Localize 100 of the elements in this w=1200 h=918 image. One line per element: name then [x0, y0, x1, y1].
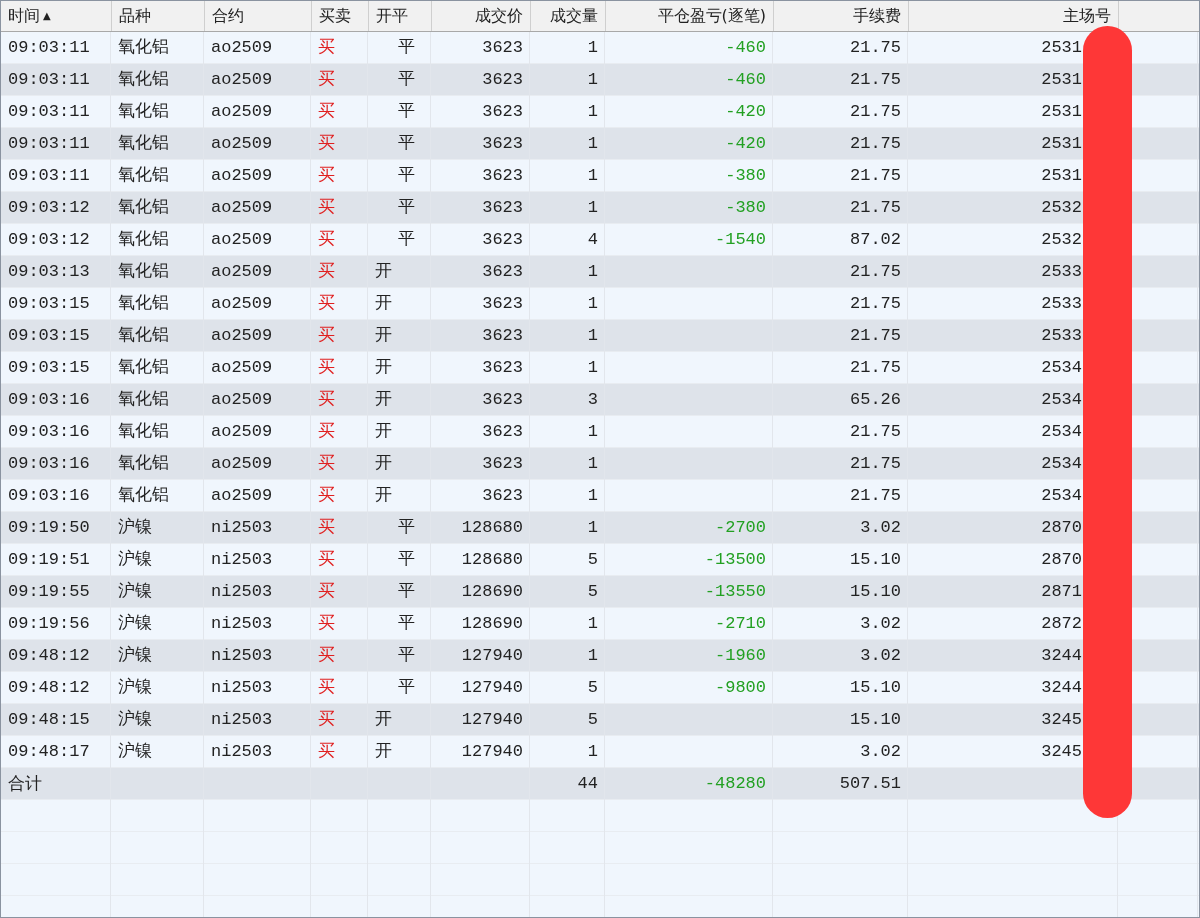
product-cell-text: 氧化铝 — [117, 261, 170, 283]
trade-number-cell-text: 2531 — [1040, 165, 1083, 187]
price-cell-text: 127940 — [460, 709, 524, 731]
fee-cell-text: 65.26 — [849, 389, 902, 411]
product-cell-text: 氧化铝 — [117, 325, 170, 347]
trade-number-cell-text: 2531 — [1040, 133, 1083, 155]
price-cell-text: 127940 — [460, 741, 524, 763]
total-label: 合计 — [7, 772, 43, 795]
offset-cell-text: 开 — [374, 389, 393, 411]
trade-number-cell-text: 2870 — [1040, 549, 1083, 571]
offset-cell-text: 开 — [374, 741, 393, 763]
product-cell-text: 沪镍 — [117, 676, 153, 699]
volume-cell-text: 1 — [586, 453, 599, 475]
side-cell-text: 买 — [317, 581, 336, 603]
trade-number-cell-text: 2870 — [1040, 517, 1083, 539]
offset-cell-text: 平 — [397, 101, 416, 123]
contract-cell-text: ni2503 — [210, 709, 274, 731]
side-cell-text: 买 — [317, 101, 336, 123]
price-cell-text: 128690 — [460, 581, 524, 603]
side-cell-text: 买 — [317, 709, 336, 731]
time-cell-text: 09:03:16 — [7, 389, 91, 411]
side-cell-text: 买 — [317, 645, 336, 667]
side-cell-text: 买 — [317, 549, 336, 571]
trade-number-cell-text: 3245 — [1040, 741, 1083, 763]
contract-cell-text: ao2509 — [210, 165, 274, 187]
product-cell-text: 沪镍 — [117, 516, 153, 539]
contract-cell-text: ao2509 — [210, 101, 274, 123]
price-cell-text: 3623 — [481, 229, 524, 251]
volume-cell-text: 1 — [586, 645, 599, 667]
time-cell-text: 09:19:56 — [7, 613, 91, 635]
offset-cell-text: 平 — [397, 165, 416, 187]
contract-cell-text: ao2509 — [210, 293, 274, 315]
price-cell-text: 3623 — [481, 101, 524, 123]
volume-cell-text: 1 — [586, 69, 599, 91]
time-cell-text: 09:03:16 — [7, 485, 91, 507]
trade-number-cell-text: 2531 — [1040, 37, 1083, 59]
product-cell-text: 沪镍 — [117, 580, 153, 603]
time-cell-text: 09:03:11 — [7, 37, 91, 59]
side-cell-text: 买 — [317, 677, 336, 699]
fee-cell-text: 21.75 — [849, 421, 902, 443]
volume-cell-text: 1 — [586, 133, 599, 155]
time-cell-text: 09:03:11 — [7, 133, 91, 155]
volume-cell-text: 1 — [586, 37, 599, 59]
side-cell-text: 买 — [317, 453, 336, 475]
offset-cell-text: 平 — [397, 517, 416, 539]
time-cell-text: 09:03:12 — [7, 197, 91, 219]
fee-cell-text: 21.75 — [849, 165, 902, 187]
pnl-cell-text: -13550 — [703, 581, 767, 603]
volume-cell-text: 1 — [586, 293, 599, 315]
price-cell-text: 3623 — [481, 453, 524, 475]
pnl-cell-text: -1960 — [714, 645, 767, 667]
volume-cell-text: 1 — [586, 197, 599, 219]
contract-cell-text: ni2503 — [210, 517, 274, 539]
product-cell-text: 氧化铝 — [117, 421, 170, 443]
product-cell-text: 氧化铝 — [117, 389, 170, 411]
side-cell-text: 买 — [317, 261, 336, 283]
volume-cell-text: 1 — [586, 357, 599, 379]
fee-cell-text: 3.02 — [859, 517, 902, 539]
product-cell-text: 沪镍 — [117, 612, 153, 635]
price-cell-text: 3623 — [481, 261, 524, 283]
time-cell-text: 09:03:16 — [7, 421, 91, 443]
pnl-cell-text: -2700 — [714, 517, 767, 539]
side-cell-text: 买 — [317, 741, 336, 763]
volume-cell-text: 1 — [586, 165, 599, 187]
product-cell-text: 氧化铝 — [117, 133, 170, 155]
product-cell-text: 氧化铝 — [117, 37, 170, 59]
price-cell-text: 128680 — [460, 549, 524, 571]
trade-number-cell-text: 3245 — [1040, 709, 1083, 731]
price-cell-text: 3623 — [481, 165, 524, 187]
trade-number-cell-text: 2534 — [1040, 485, 1083, 507]
pnl-cell-text: -460 — [724, 69, 767, 91]
price-cell-text: 127940 — [460, 677, 524, 699]
offset-cell-text: 开 — [374, 357, 393, 379]
volume-cell-text: 1 — [586, 517, 599, 539]
time-cell-text: 09:03:15 — [7, 357, 91, 379]
pnl-cell-text: -9800 — [714, 677, 767, 699]
volume-cell-text: 5 — [586, 677, 599, 699]
trade-number-cell-text: 2534 — [1040, 389, 1083, 411]
time-cell-text: 09:19:55 — [7, 581, 91, 603]
volume-cell-text: 1 — [586, 421, 599, 443]
side-cell-text: 买 — [317, 517, 336, 539]
time-cell-text: 09:03:13 — [7, 261, 91, 283]
price-cell-text: 3623 — [481, 357, 524, 379]
time-cell-text: 09:19:51 — [7, 549, 91, 571]
product-cell-text: 沪镍 — [117, 548, 153, 571]
price-cell-text: 3623 — [481, 485, 524, 507]
contract-cell-text: ni2503 — [210, 549, 274, 571]
side-cell-text: 买 — [317, 325, 336, 347]
fee-cell-text: 21.75 — [849, 37, 902, 59]
product-cell-text: 氧化铝 — [117, 485, 170, 507]
fee-cell-text: 3.02 — [859, 645, 902, 667]
pnl-cell-text: -380 — [724, 165, 767, 187]
contract-cell-text: ni2503 — [210, 645, 274, 667]
offset-cell-text: 开 — [374, 709, 393, 731]
pnl-cell-text: -420 — [724, 133, 767, 155]
fee-cell-text: 21.75 — [849, 453, 902, 475]
column-header[interactable]: 时间 ▲ — [1, 1, 111, 31]
offset-cell-text: 平 — [397, 549, 416, 571]
volume-cell-text: 1 — [586, 741, 599, 763]
price-cell-text: 3623 — [481, 133, 524, 155]
